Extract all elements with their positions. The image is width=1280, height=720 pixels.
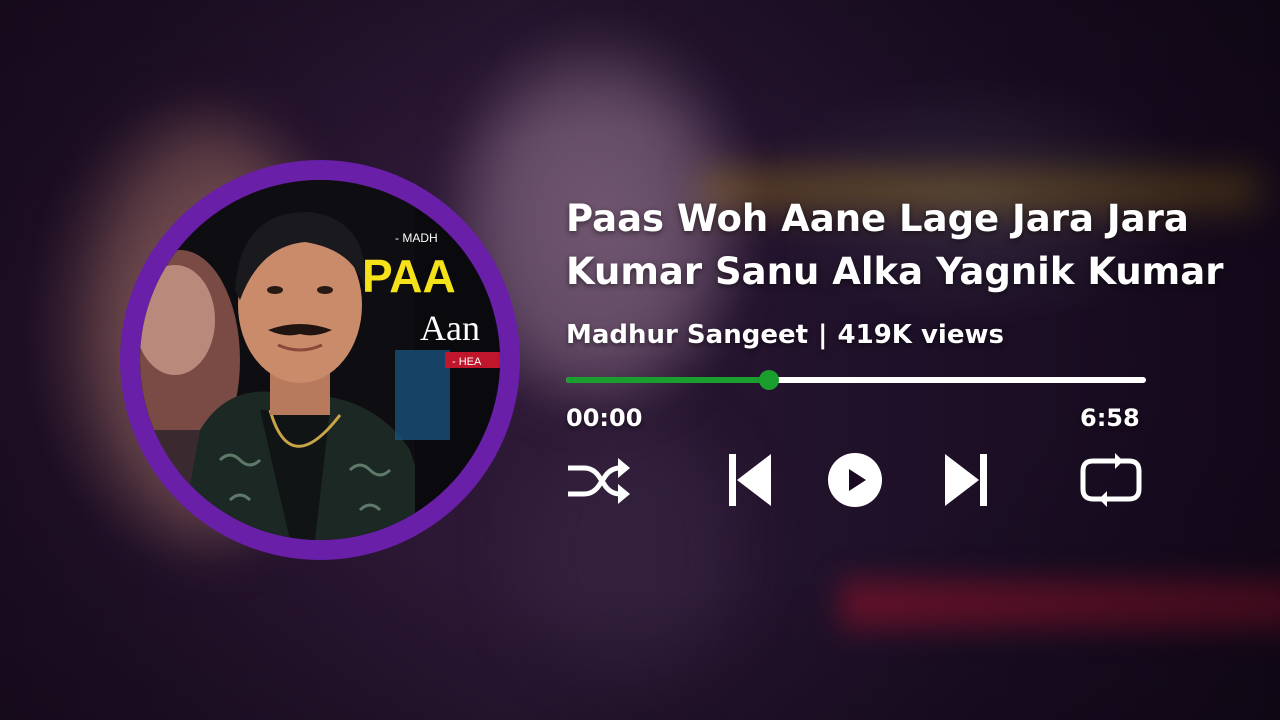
elapsed-time: 00:00 <box>566 404 643 432</box>
song-meta: Madhur Sangeet | 419K views <box>566 320 1004 350</box>
next-icon <box>945 454 987 506</box>
svg-text:- HEA: - HEA <box>452 356 482 368</box>
progress-fill <box>566 377 769 383</box>
repeat-button[interactable] <box>1074 450 1148 510</box>
total-duration: 6:58 <box>1080 404 1140 432</box>
album-cover-image: - MADH PAA Aan - HEA S <box>140 180 500 540</box>
song-title-line-1: Paas Woh Aane Lage Jara Jara <box>566 197 1189 240</box>
previous-icon <box>729 454 771 506</box>
svg-text:Aan: Aan <box>420 308 480 348</box>
play-button[interactable] <box>826 450 884 510</box>
svg-text:- MADH: - MADH <box>395 231 438 245</box>
svg-text:PAA: PAA <box>362 250 456 302</box>
shuffle-button[interactable] <box>562 450 634 510</box>
previous-button[interactable] <box>722 450 778 510</box>
song-title-line-2: Kumar Sanu Alka Yagnik Kumar <box>566 250 1224 293</box>
view-count: 419K views <box>837 320 1004 350</box>
next-button[interactable] <box>938 450 994 510</box>
meta-separator: | <box>818 320 828 350</box>
song-title: Paas Woh Aane Lage Jara Jara Kumar Sanu … <box>566 192 1266 298</box>
play-icon <box>828 453 882 507</box>
progress-thumb[interactable] <box>759 370 779 390</box>
svg-text:S: S <box>440 499 448 513</box>
channel-name[interactable]: Madhur Sangeet <box>566 320 808 350</box>
album-cover-ring: - MADH PAA Aan - HEA S <box>120 160 520 560</box>
progress-bar[interactable] <box>566 370 1146 390</box>
shuffle-icon <box>568 458 630 504</box>
repeat-icon <box>1080 453 1142 507</box>
